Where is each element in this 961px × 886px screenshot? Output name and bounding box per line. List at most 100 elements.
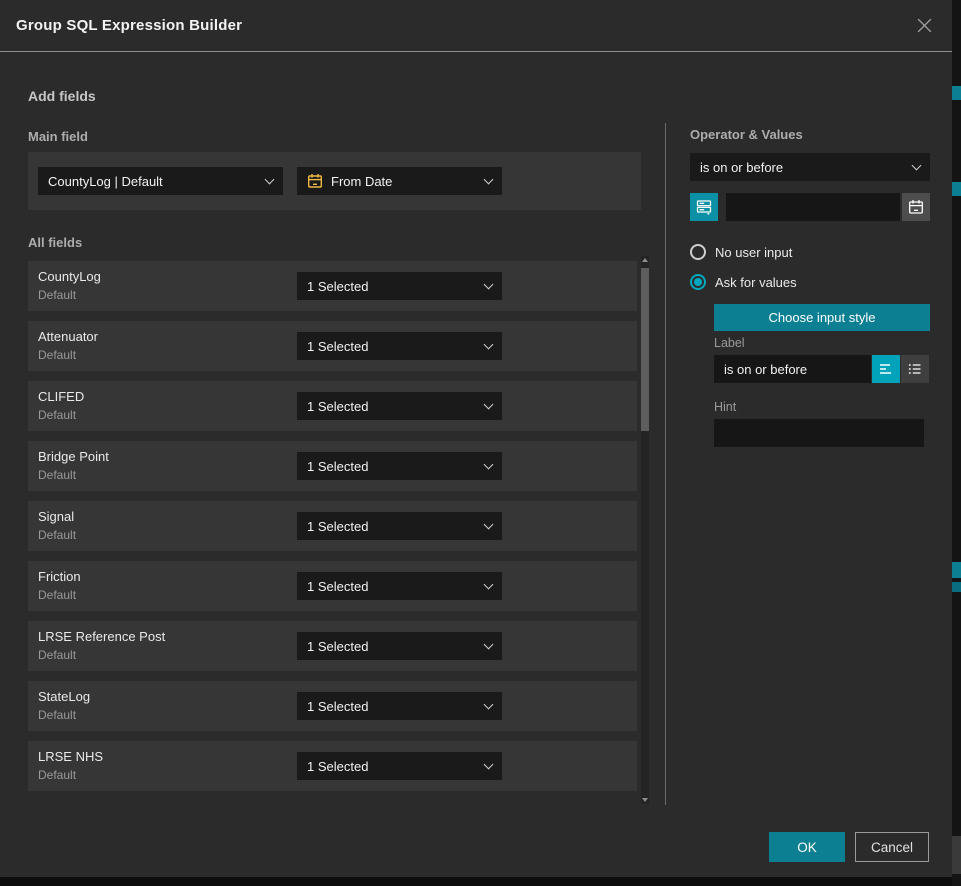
label-input[interactable]: is on or before [714,355,871,383]
field-selected-dropdown[interactable]: 1 Selected [297,392,502,420]
scrollbar-thumb[interactable] [641,268,649,431]
panel-divider [665,123,666,805]
label-caption: Label [714,336,745,350]
fields-list-scrollbar[interactable] [641,256,649,804]
close-button[interactable] [912,14,936,38]
selected-count-label: 1 Selected [307,759,368,774]
field-selected-dropdown[interactable]: 1 Selected [297,632,502,660]
dialog-title: Group SQL Expression Builder [16,17,242,34]
radio-label: Ask for values [715,275,797,290]
field-subtitle: Default [38,528,76,542]
chevron-down-icon [484,339,494,349]
hint-caption: Hint [714,400,736,414]
field-name: Signal [38,509,74,524]
close-icon [916,17,933,34]
field-row-attenuator: Attenuator Default 1 Selected [28,321,637,371]
field-name: Friction [38,569,81,584]
main-field-label: Main field [28,129,88,144]
chevron-down-icon [484,279,494,289]
calendar-icon [908,199,924,215]
all-fields-label: All fields [28,235,82,250]
operator-values-heading: Operator & Values [690,127,803,142]
chevron-down-icon [484,639,494,649]
background-fragment [952,182,961,196]
selected-count-label: 1 Selected [307,399,368,414]
layer-select[interactable]: CountyLog | Default [38,167,283,195]
list-input-style-button[interactable] [901,355,929,383]
field-row-lrse-reference-post: LRSE Reference Post Default 1 Selected [28,621,637,671]
radio-no-user-input[interactable]: No user input [690,244,792,260]
scroll-up-button[interactable] [641,256,649,264]
operator-select-value: is on or before [700,160,783,175]
background-fragment [952,86,961,100]
stacked-value-picker-icon [696,199,713,216]
field-selected-dropdown[interactable]: 1 Selected [297,332,502,360]
field-selected-dropdown[interactable]: 1 Selected [297,452,502,480]
operator-select[interactable]: is on or before [690,153,930,181]
field-subtitle: Default [38,768,76,782]
pick-values-button[interactable] [690,193,718,221]
field-row-signal: Signal Default 1 Selected [28,501,637,551]
selected-count-label: 1 Selected [307,459,368,474]
selected-count-label: 1 Selected [307,339,368,354]
field-subtitle: Default [38,408,76,422]
selected-count-label: 1 Selected [307,699,368,714]
group-sql-expression-builder-dialog: Group SQL Expression Builder Add fields … [0,0,952,877]
dialog-titlebar: Group SQL Expression Builder [0,0,952,52]
field-name: LRSE NHS [38,749,103,764]
triangle-up-icon [642,258,648,262]
layer-select-value: CountyLog | Default [48,174,163,189]
field-subtitle: Default [38,468,76,482]
hint-input[interactable] [714,419,924,447]
align-left-lines-icon [878,361,894,377]
calendar-icon [307,173,323,189]
field-row-friction: Friction Default 1 Selected [28,561,637,611]
chevron-down-icon [265,174,275,184]
radio-checked-icon [690,274,706,290]
chevron-down-icon [912,160,922,170]
field-selected-dropdown[interactable]: 1 Selected [297,512,502,540]
main-field-select[interactable]: From Date [297,167,502,195]
selected-count-label: 1 Selected [307,639,368,654]
field-subtitle: Default [38,588,76,602]
field-selected-dropdown[interactable]: 1 Selected [297,752,502,780]
cancel-button[interactable]: Cancel [855,832,929,862]
field-name: CountyLog [38,269,101,284]
field-subtitle: Default [38,708,76,722]
single-line-input-style-button[interactable] [872,355,900,383]
selected-count-label: 1 Selected [307,279,368,294]
main-field-container: CountyLog | Default From Date [28,152,641,210]
add-fields-heading: Add fields [28,88,96,104]
field-name: Attenuator [38,329,98,344]
background-app-edge [952,0,961,886]
ok-button[interactable]: OK [769,832,845,862]
field-subtitle: Default [38,648,76,662]
choose-input-style-button[interactable]: Choose input style [714,304,930,331]
chevron-down-icon [484,759,494,769]
chevron-down-icon [484,699,494,709]
background-fragment [952,582,961,592]
scroll-down-button[interactable] [641,796,649,804]
main-field-select-value: From Date [331,174,392,189]
field-name: StateLog [38,689,90,704]
chevron-down-icon [484,579,494,589]
background-fragment [952,836,961,874]
field-selected-dropdown[interactable]: 1 Selected [297,572,502,600]
chevron-down-icon [484,519,494,529]
date-picker-button[interactable] [902,193,930,221]
date-value-input[interactable] [726,193,900,221]
field-row-lrse-nhs: LRSE NHS Default 1 Selected [28,741,637,791]
radio-ask-for-values[interactable]: Ask for values [690,274,797,290]
selected-count-label: 1 Selected [307,579,368,594]
chevron-down-icon [484,174,494,184]
triangle-down-icon [642,798,648,802]
field-name: Bridge Point [38,449,109,464]
selected-count-label: 1 Selected [307,519,368,534]
field-selected-dropdown[interactable]: 1 Selected [297,272,502,300]
chevron-down-icon [484,399,494,409]
radio-unchecked-icon [690,244,706,260]
all-fields-list: CountyLog Default 1 Selected Attenuator … [28,261,637,791]
field-name: CLIFED [38,389,84,404]
field-selected-dropdown[interactable]: 1 Selected [297,692,502,720]
field-row-countylog: CountyLog Default 1 Selected [28,261,637,311]
